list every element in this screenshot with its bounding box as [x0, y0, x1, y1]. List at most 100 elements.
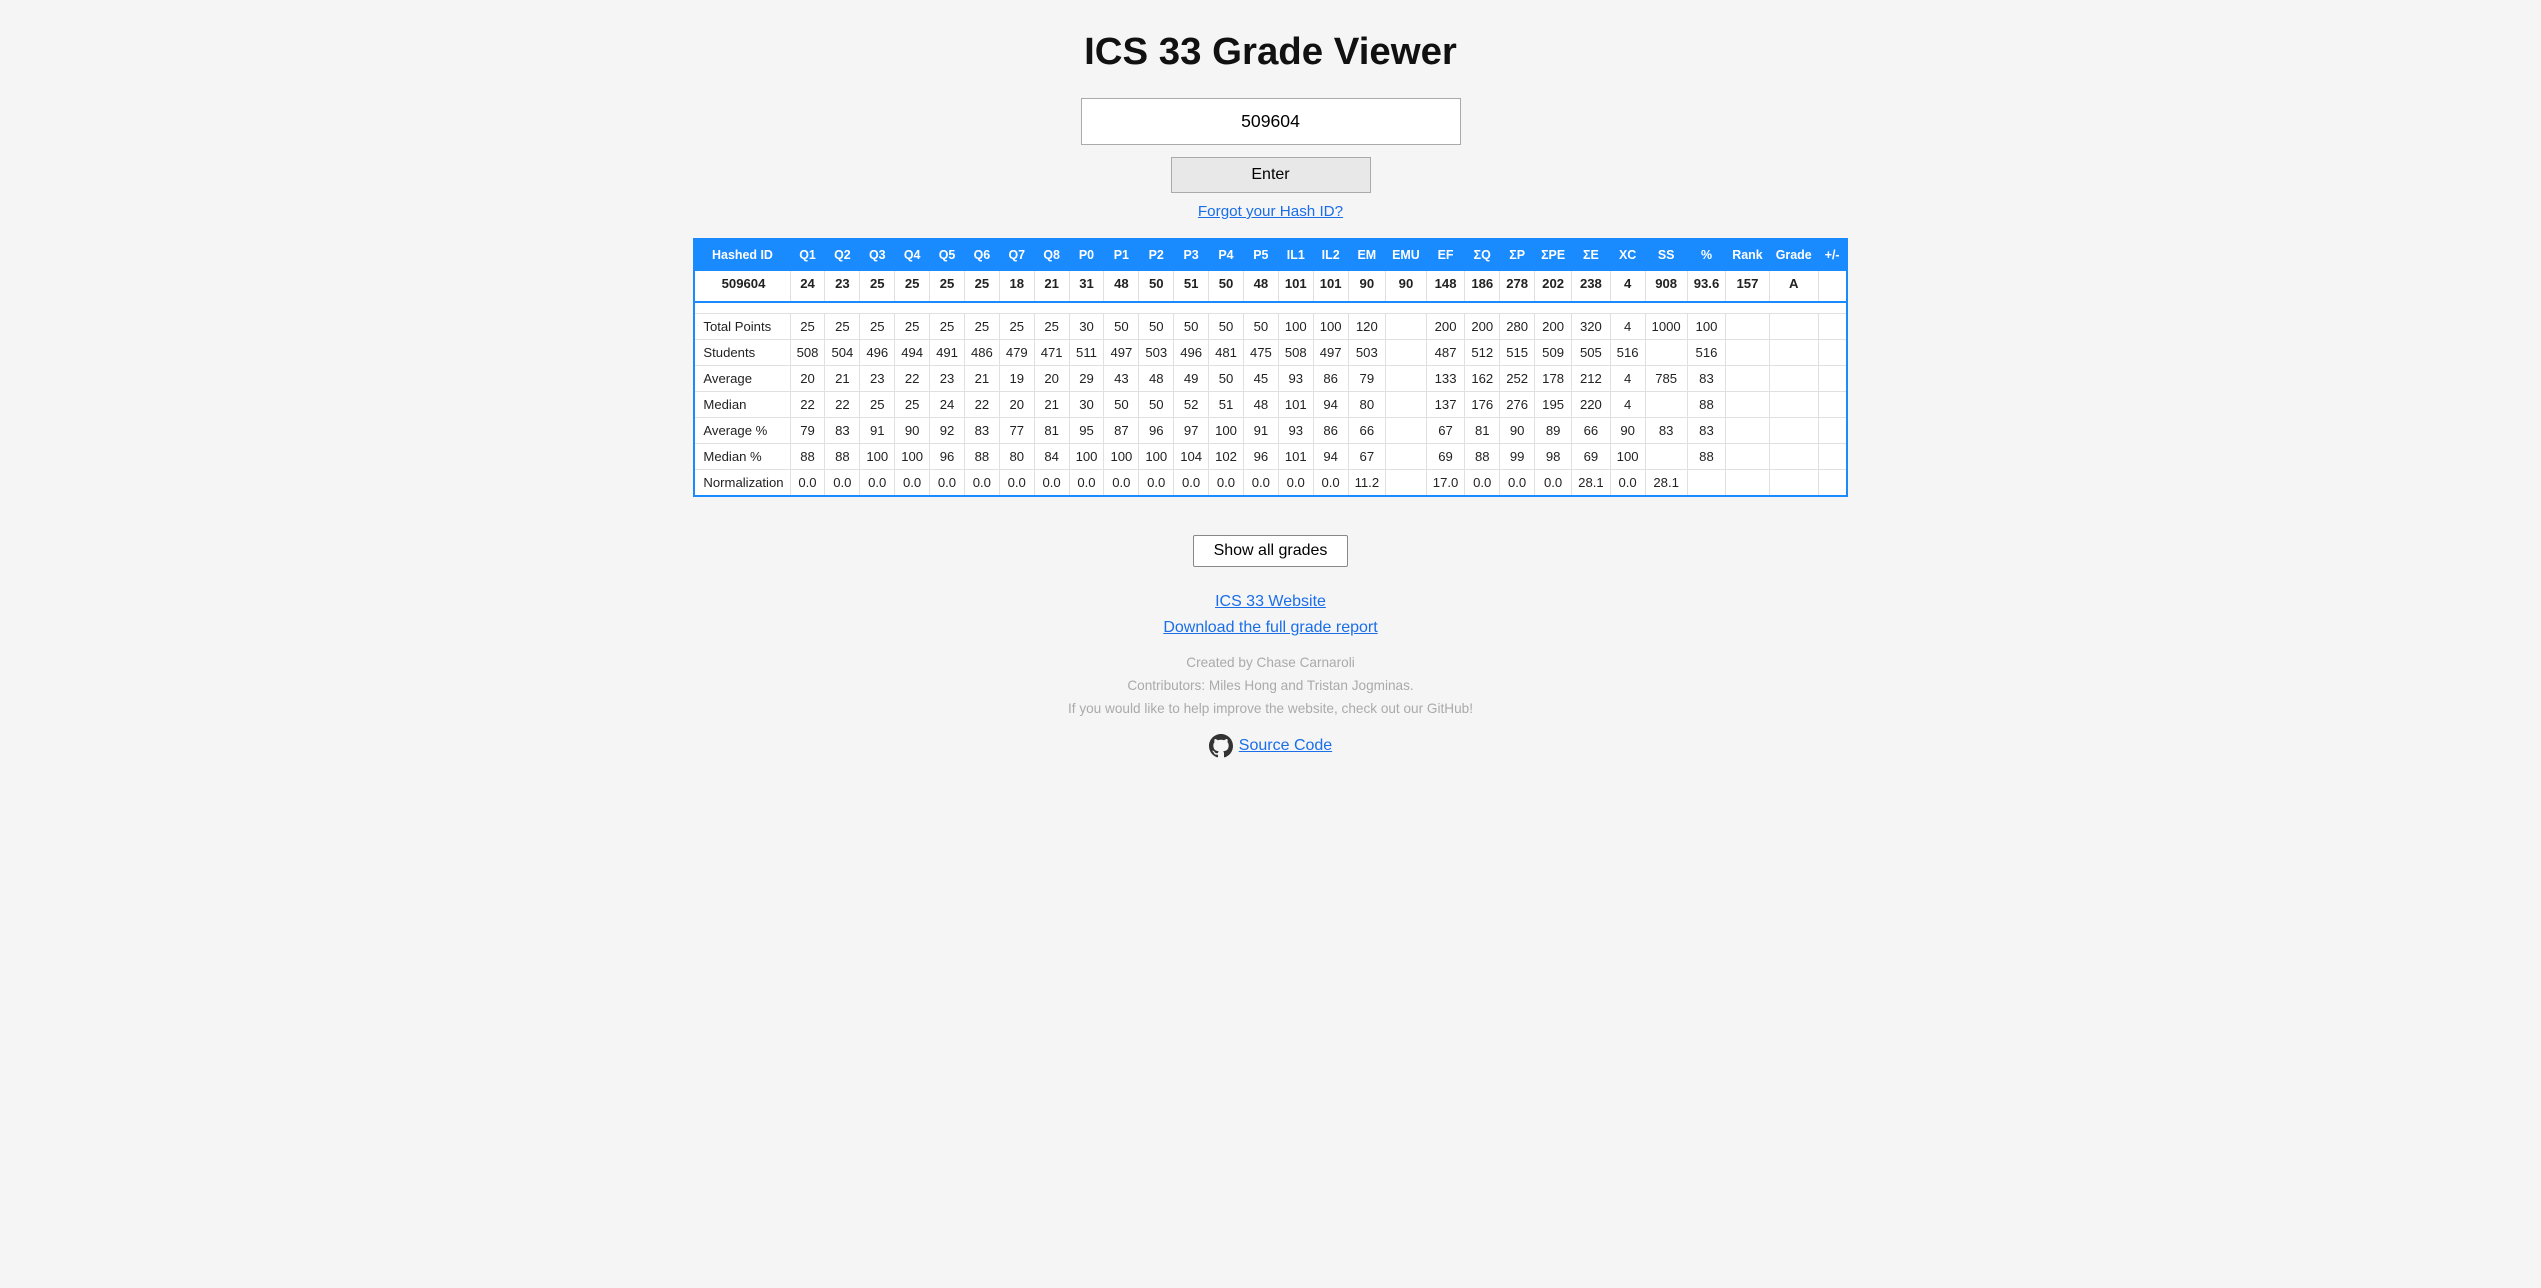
student-data-cell: 25 — [964, 271, 999, 303]
stats-cell: 96 — [1243, 444, 1278, 470]
stats-cell — [1386, 314, 1427, 340]
stats-cell: 25 — [895, 392, 930, 418]
stats-cell: 69 — [1572, 444, 1611, 470]
stats-cell: 86 — [1313, 418, 1348, 444]
stats-cell: 22 — [964, 392, 999, 418]
stats-cell — [1818, 470, 1846, 497]
stats-cell: 50 — [1243, 314, 1278, 340]
student-data-cell: 25 — [930, 271, 965, 303]
stats-cell: 0.0 — [1610, 470, 1645, 497]
stats-cell: 91 — [860, 418, 895, 444]
stats-cell: 0.0 — [930, 470, 965, 497]
stats-cell: 0.0 — [1278, 470, 1313, 497]
stats-cell: 320 — [1572, 314, 1611, 340]
table-header-cell: Rank — [1726, 239, 1769, 271]
enter-button[interactable]: Enter — [1171, 157, 1371, 193]
stats-cell: 43 — [1104, 366, 1139, 392]
stats-cell: 93 — [1278, 366, 1313, 392]
ics-website-link[interactable]: ICS 33 Website — [491, 593, 2051, 611]
stats-cell: 90 — [1610, 418, 1645, 444]
stats-cell — [1818, 392, 1846, 418]
stats-cell: 0.0 — [999, 470, 1034, 497]
table-header-cell: SS — [1645, 239, 1687, 271]
stats-cell — [1645, 392, 1687, 418]
stats-cell: 0.0 — [1034, 470, 1069, 497]
stats-cell: 49 — [1174, 366, 1209, 392]
stats-cell: 21 — [1034, 392, 1069, 418]
stats-cell: 20 — [1034, 366, 1069, 392]
stats-cell: 100 — [1139, 444, 1174, 470]
stats-cell: 475 — [1243, 340, 1278, 366]
stats-cell: 0.0 — [1174, 470, 1209, 497]
stats-cell — [1386, 366, 1427, 392]
source-code-link[interactable]: Source Code — [1209, 734, 1332, 758]
grades-table-wrapper: Hashed IDQ1Q2Q3Q4Q5Q6Q7Q8P0P1P2P3P4P5IL1… — [491, 238, 2051, 497]
stats-cell: 83 — [964, 418, 999, 444]
stats-cell: 102 — [1209, 444, 1244, 470]
stats-cell — [1769, 314, 1818, 340]
stats-cell: 100 — [895, 444, 930, 470]
table-header-cell: Hashed ID — [694, 239, 790, 271]
stats-cell: 77 — [999, 418, 1034, 444]
student-data-cell — [1818, 271, 1846, 303]
stats-cell: 67 — [1426, 418, 1465, 444]
table-header-cell: EM — [1348, 239, 1386, 271]
download-grade-report-link[interactable]: Download the full grade report — [491, 619, 2051, 637]
footer-credits: Created by Chase Carnaroli Contributors:… — [491, 651, 2051, 720]
stats-cell: 200 — [1535, 314, 1572, 340]
stats-cell: 100 — [1278, 314, 1313, 340]
stats-cell: 497 — [1104, 340, 1139, 366]
stats-cell: 20 — [790, 366, 825, 392]
student-data-cell: 48 — [1243, 271, 1278, 303]
stats-cell: 212 — [1572, 366, 1611, 392]
hash-id-input[interactable] — [1081, 98, 1461, 145]
stats-cell: 0.0 — [964, 470, 999, 497]
student-data-cell: 50 — [1139, 271, 1174, 303]
stats-cell: 496 — [1174, 340, 1209, 366]
stats-cell: 0.0 — [1313, 470, 1348, 497]
table-header-cell: P3 — [1174, 239, 1209, 271]
stats-cell: 0.0 — [1243, 470, 1278, 497]
stats-cell: 0.0 — [1069, 470, 1104, 497]
stats-cell — [1818, 444, 1846, 470]
stats-cell — [1769, 470, 1818, 497]
stats-cell: 21 — [964, 366, 999, 392]
stats-cell — [1645, 444, 1687, 470]
stats-cell — [1726, 444, 1769, 470]
student-data-cell: 48 — [1104, 271, 1139, 303]
student-data-cell: 101 — [1278, 271, 1313, 303]
stats-cell: 83 — [1687, 366, 1726, 392]
student-data-cell: 186 — [1465, 271, 1500, 303]
student-data-cell: 25 — [860, 271, 895, 303]
stats-cell: 22 — [895, 366, 930, 392]
table-row: Average %7983919092837781958796971009193… — [694, 418, 1846, 444]
stats-cell: 25 — [790, 314, 825, 340]
contributors-text: Contributors: Miles Hong and Tristan Jog… — [491, 674, 2051, 697]
stats-cell — [1769, 366, 1818, 392]
stats-cell — [1726, 392, 1769, 418]
stats-cell: 25 — [964, 314, 999, 340]
stats-cell: 81 — [1034, 418, 1069, 444]
table-header-cell: P4 — [1209, 239, 1244, 271]
stats-cell: 25 — [860, 314, 895, 340]
stats-cell: 83 — [825, 418, 860, 444]
table-header-cell: Q8 — [1034, 239, 1069, 271]
stats-cell: 0.0 — [895, 470, 930, 497]
stats-cell: 504 — [825, 340, 860, 366]
stats-cell: 25 — [825, 314, 860, 340]
stats-cell: 83 — [1687, 418, 1726, 444]
student-data-cell: 23 — [825, 271, 860, 303]
stats-cell: 81 — [1465, 418, 1500, 444]
table-header-cell: ΣQ — [1465, 239, 1500, 271]
table-header-cell: IL1 — [1278, 239, 1313, 271]
stats-cell: 486 — [964, 340, 999, 366]
stats-cell: 100 — [860, 444, 895, 470]
stats-cell: 98 — [1535, 444, 1572, 470]
show-all-grades-button[interactable]: Show all grades — [1193, 535, 1349, 567]
forgot-hash-link[interactable]: Forgot your Hash ID? — [491, 203, 2051, 220]
student-data-cell: 31 — [1069, 271, 1104, 303]
table-row: Average202123222321192029434849504593867… — [694, 366, 1846, 392]
help-text: If you would like to help improve the we… — [491, 697, 2051, 720]
stats-cell: 88 — [1465, 444, 1500, 470]
stats-cell: 0.0 — [1500, 470, 1535, 497]
